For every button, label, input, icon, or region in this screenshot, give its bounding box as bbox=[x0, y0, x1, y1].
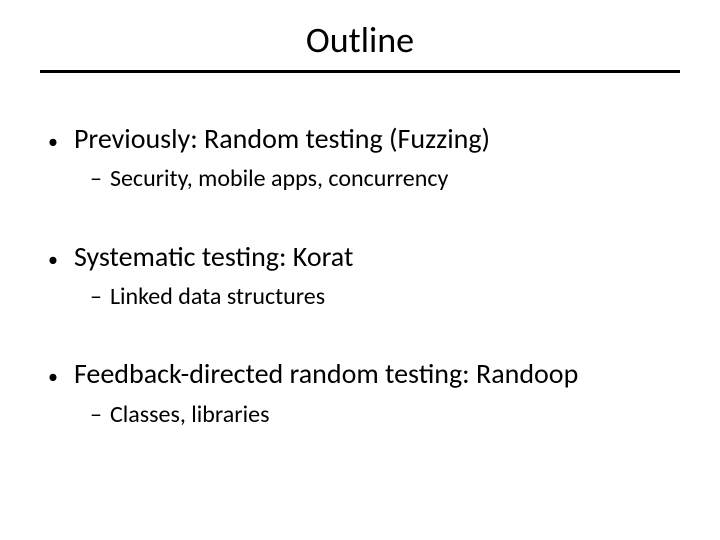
sub-bullet-text: Linked data structures bbox=[110, 281, 325, 312]
bullet-icon: • bbox=[48, 362, 58, 392]
bullet-icon: • bbox=[48, 127, 58, 157]
dash-icon: – bbox=[90, 281, 102, 312]
sub-bullet-line: – Linked data structures bbox=[48, 281, 680, 312]
bullet-text: Feedback-directed random testing: Randoo… bbox=[74, 356, 578, 392]
dash-icon: – bbox=[90, 163, 102, 194]
list-item: • Previously: Random testing (Fuzzing) –… bbox=[48, 121, 680, 195]
bullet-line: • Feedback-directed random testing: Rand… bbox=[48, 356, 680, 392]
slide-container: Outline • Previously: Random testing (Fu… bbox=[0, 0, 720, 540]
slide-content: • Previously: Random testing (Fuzzing) –… bbox=[40, 121, 680, 430]
list-item: • Systematic testing: Korat – Linked dat… bbox=[48, 239, 680, 313]
bullet-line: • Previously: Random testing (Fuzzing) bbox=[48, 121, 680, 157]
slide-title: Outline bbox=[40, 18, 680, 73]
bullet-icon: • bbox=[48, 245, 58, 275]
bullet-text: Systematic testing: Korat bbox=[74, 239, 353, 275]
dash-icon: – bbox=[90, 399, 102, 430]
bullet-line: • Systematic testing: Korat bbox=[48, 239, 680, 275]
sub-bullet-line: – Security, mobile apps, concurrency bbox=[48, 163, 680, 194]
sub-bullet-text: Classes, libraries bbox=[110, 399, 270, 430]
sub-bullet-text: Security, mobile apps, concurrency bbox=[110, 163, 448, 194]
list-item: • Feedback-directed random testing: Rand… bbox=[48, 356, 680, 430]
sub-bullet-line: – Classes, libraries bbox=[48, 399, 680, 430]
bullet-text: Previously: Random testing (Fuzzing) bbox=[74, 121, 490, 157]
